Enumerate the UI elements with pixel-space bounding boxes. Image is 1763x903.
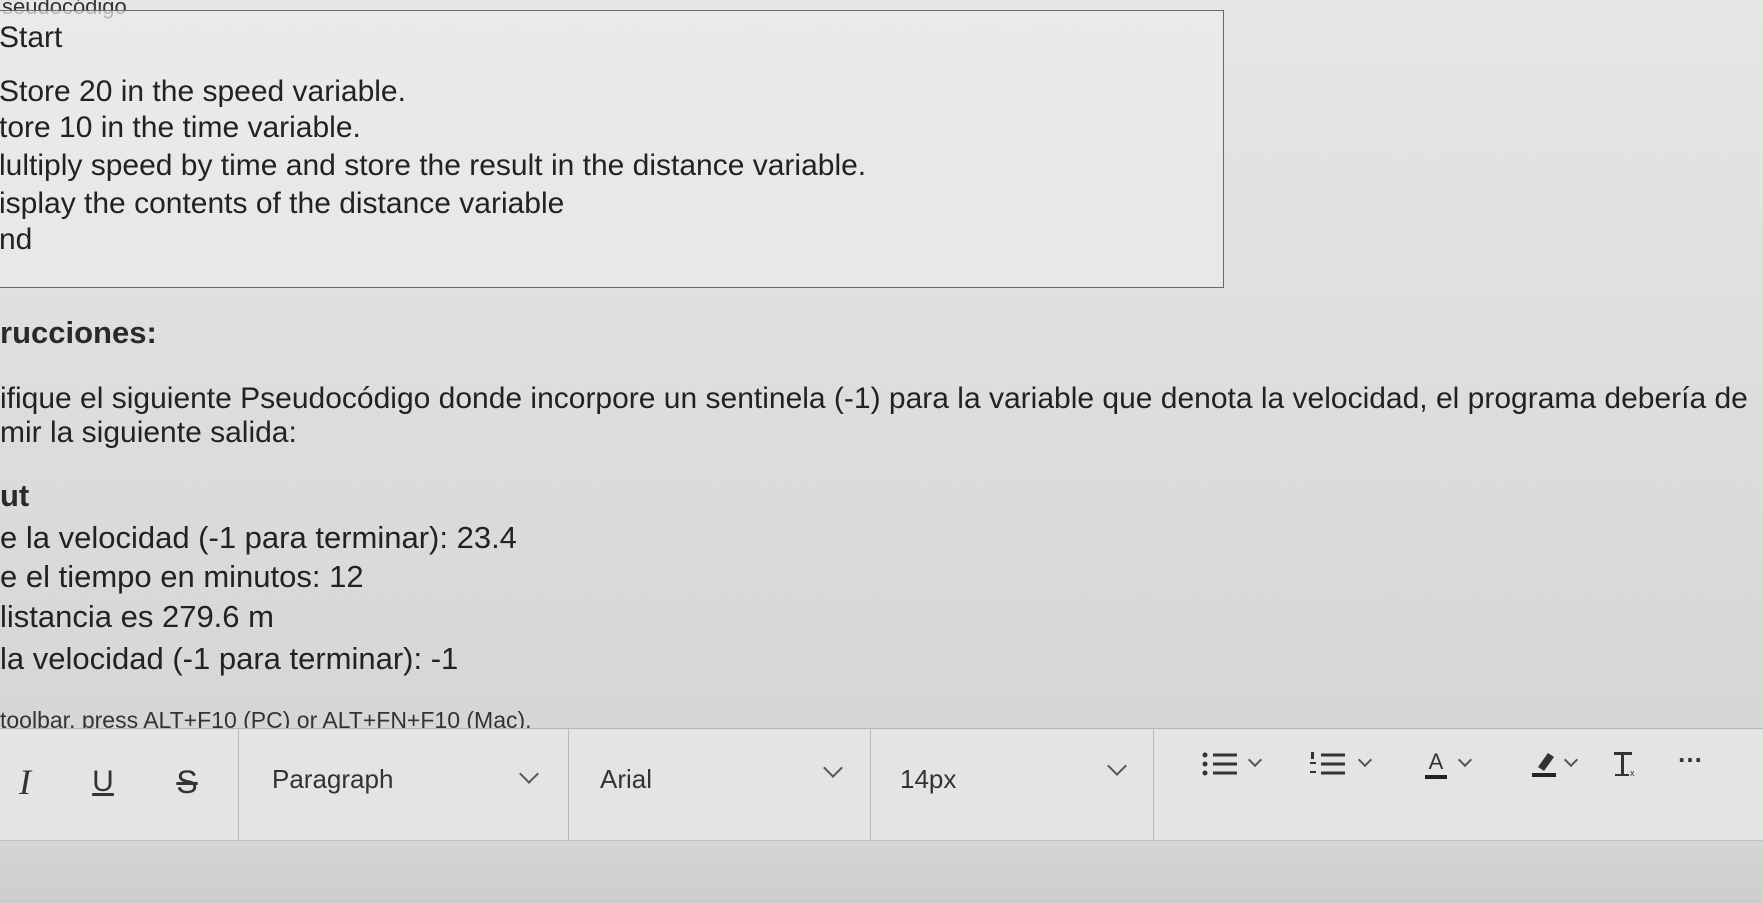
toolbar-separator [870,729,871,841]
toolbar-separator [1153,729,1154,841]
clear-formatting-button[interactable]: x [1605,739,1645,789]
chevron-down-icon [823,758,843,778]
block-format-select[interactable]: Paragraph [272,749,572,809]
pseudocode-line: lultiply speed by time and store the res… [0,149,867,182]
output-line: e la velocidad (-1 para terminar): 23.4 [0,520,517,555]
editor-toolbar: I U S Paragraph Arial 14px A x … [0,728,1763,841]
instructions-text: mir la siguiente salida: [0,416,297,449]
instructions-heading: rucciones: [0,315,157,350]
pseudocode-line: Store 20 in the speed variable. [0,75,406,108]
bullet-list-button[interactable] [1170,739,1270,789]
font-family-value: Arial [600,763,653,794]
strikethrough-icon: S [176,763,198,800]
instructions-text: ifique el siguiente Pseudocódigo donde i… [0,382,1748,415]
chevron-down-icon [1107,756,1127,776]
output-line: e el tiempo en minutos: 12 [0,559,364,594]
output-line: la velocidad (-1 para terminar): -1 [0,641,459,676]
pseudocode-line: tore 10 in the time variable. [0,111,361,144]
font-size-select[interactable]: 14px [900,749,1160,809]
chevron-down-icon [1563,752,1579,768]
pseudocode-line: nd [0,223,33,256]
editor-area[interactable] [0,840,1763,903]
underline-icon: U [92,765,114,798]
more-options-button[interactable]: … [1665,733,1715,773]
italic-icon: I [19,762,31,802]
output-heading: ut [0,478,30,513]
chevron-down-icon [1457,752,1473,768]
strikethrough-button[interactable]: S [170,757,204,807]
highlight-color-button[interactable] [1494,739,1594,789]
highlight-icon [1532,753,1556,777]
numbered-list-icon [1310,752,1345,775]
clear-format-icon: x [1614,752,1635,778]
svg-text:x: x [1630,768,1635,778]
chevron-down-icon [1357,752,1373,768]
numbered-list-button[interactable] [1278,739,1378,789]
more-icon: … [1677,737,1703,768]
bullet-list-icon [1202,752,1237,776]
block-format-value: Paragraph [272,763,394,794]
chevron-down-icon [519,764,539,784]
text-color-icon: A [1424,749,1448,779]
italic-button[interactable]: I [10,757,40,807]
output-line: listancia es 279.6 m [0,599,274,634]
pseudocode-line: isplay the contents of the distance vari… [0,187,565,220]
toolbar-separator [568,729,569,841]
pseudocode-line: Start [0,21,63,54]
underline-button[interactable]: U [86,757,120,807]
chevron-down-icon [1247,752,1263,768]
pseudocode-box: Start Store 20 in the speed variable. to… [0,10,1224,288]
font-family-select[interactable]: Arial [600,749,862,809]
toolbar-separator [238,729,239,841]
text-color-button[interactable]: A [1390,739,1482,789]
font-size-value: 14px [900,763,957,794]
